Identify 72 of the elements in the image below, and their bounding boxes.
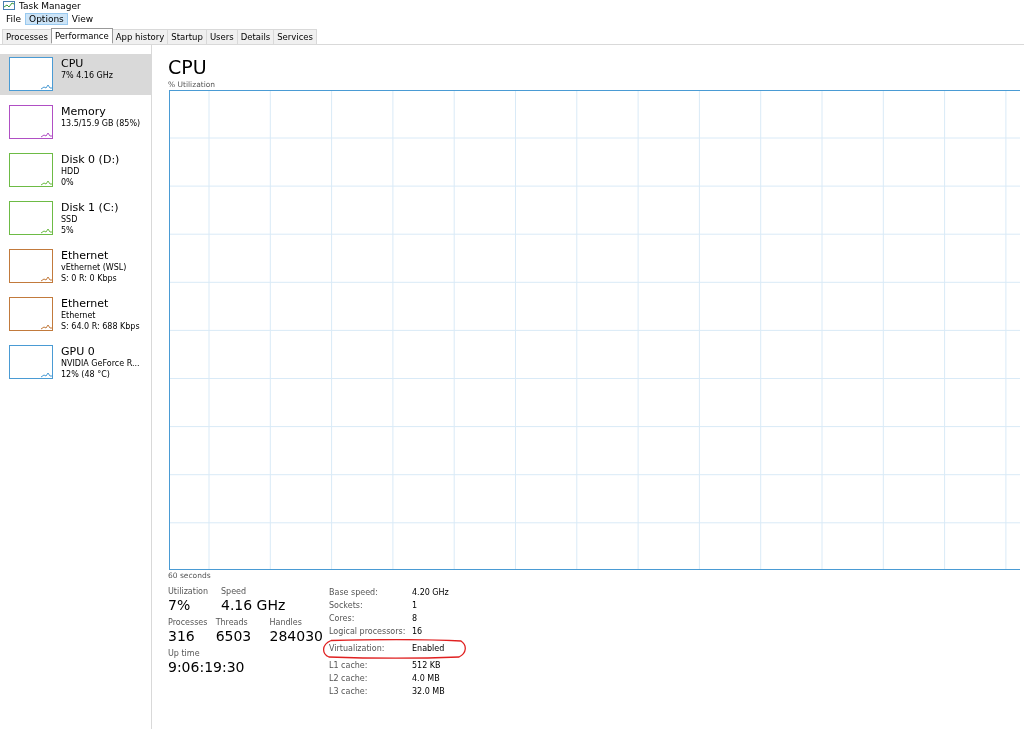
item-detail: S: 64.0 R: 688 Kbps [61, 321, 140, 332]
tab[interactable]: Services [273, 29, 317, 44]
item-title: Ethernet [61, 249, 110, 262]
stat-label: Handles [269, 618, 303, 627]
stat-label: Processes [168, 618, 209, 627]
sparkline-icon [9, 153, 53, 187]
tab[interactable]: App history [111, 29, 169, 44]
detail-label: L3 cache: [329, 686, 369, 698]
stat-label: Threads [215, 618, 249, 627]
sidebar-item[interactable]: CPU 7% 4.16 GHz [0, 54, 151, 95]
stat-value: 316 [168, 627, 196, 646]
item-detail: 13.5/15.9 GB (85%) [61, 118, 141, 129]
detail-value: 1 [412, 600, 419, 612]
tab[interactable]: Processes [2, 29, 52, 44]
item-detail: Ethernet [61, 310, 97, 321]
detail-label: L1 cache: [329, 660, 369, 672]
menu-item[interactable]: File [2, 13, 26, 25]
tab[interactable]: Startup [167, 29, 207, 44]
item-detail: HDD [61, 166, 81, 177]
tab[interactable]: Users [205, 29, 238, 44]
detail-value: 16 [412, 626, 424, 638]
detail-value: Enabled [412, 643, 446, 655]
detail-label: Logical processors: [329, 626, 407, 638]
stat-value: 6503 [215, 627, 253, 646]
stat-value: 284030 [269, 627, 323, 646]
sidebar-item[interactable]: Ethernet vEthernet (WSL) S: 0 R: 0 Kbps [0, 246, 151, 287]
item-detail: NVIDIA GeForce R... [61, 358, 140, 369]
menu-item[interactable]: View [67, 13, 98, 25]
item-detail: 12% (48 °C) [61, 369, 111, 380]
stat-label: Utilization [168, 587, 210, 596]
item-title: CPU [61, 57, 85, 70]
sidebar-item[interactable]: Disk 1 (C:) SSD 5% [0, 198, 151, 239]
sidebar-item[interactable]: Disk 0 (D:) HDD 0% [0, 150, 151, 191]
sparkline-icon [9, 201, 53, 235]
sparkline-icon [9, 297, 53, 331]
item-title: GPU 0 [61, 345, 96, 358]
item-detail: S: 0 R: 0 Kbps [61, 273, 118, 284]
item-title: Disk 0 (D:) [61, 153, 120, 166]
panel-title: CPU [168, 55, 208, 79]
window-title: Task Manager [19, 1, 81, 11]
detail-label: Virtualization: [329, 643, 386, 655]
stat-label: Up time [168, 649, 201, 658]
detail-label: Cores: [329, 613, 356, 625]
menu-item[interactable]: Options [25, 13, 68, 25]
stat-value: 7% [168, 596, 192, 615]
detail-value: 32.0 MB [412, 686, 446, 698]
tab[interactable]: Performance [50, 28, 113, 43]
stat-value: 9:06:19:30 [168, 658, 245, 677]
sidebar-item[interactable]: GPU 0 NVIDIA GeForce R... 12% (48 °C) [0, 342, 151, 383]
detail-value: 512 KB [412, 660, 442, 672]
item-title: Memory [61, 105, 107, 118]
detail-label: Base speed: [329, 587, 379, 599]
detail-label: Sockets: [329, 600, 364, 612]
sidebar-item[interactable]: Ethernet Ethernet S: 64.0 R: 688 Kbps [0, 294, 151, 335]
detail-value: 4.0 MB [412, 673, 441, 685]
item-title: Ethernet [61, 297, 110, 310]
tab[interactable]: Details [236, 29, 275, 44]
stat-label: Speed [221, 587, 248, 596]
detail-label: L2 cache: [329, 673, 369, 685]
sparkline-icon [9, 105, 53, 139]
sidebar-item[interactable]: Memory 13.5/15.9 GB (85%) [0, 102, 151, 143]
detail-value: 4.20 GHz [412, 587, 449, 599]
sparkline-icon [9, 57, 53, 91]
item-detail: 5% [61, 225, 75, 236]
detail-value: 8 [412, 613, 419, 625]
item-detail: SSD [61, 214, 79, 225]
item-detail: vEthernet (WSL) [61, 262, 127, 273]
item-title: Disk 1 (C:) [61, 201, 119, 214]
sparkline-icon [9, 345, 53, 379]
item-detail: 7% 4.16 GHz [61, 70, 113, 81]
item-detail: 0% [61, 177, 75, 188]
sparkline-icon [9, 249, 53, 283]
